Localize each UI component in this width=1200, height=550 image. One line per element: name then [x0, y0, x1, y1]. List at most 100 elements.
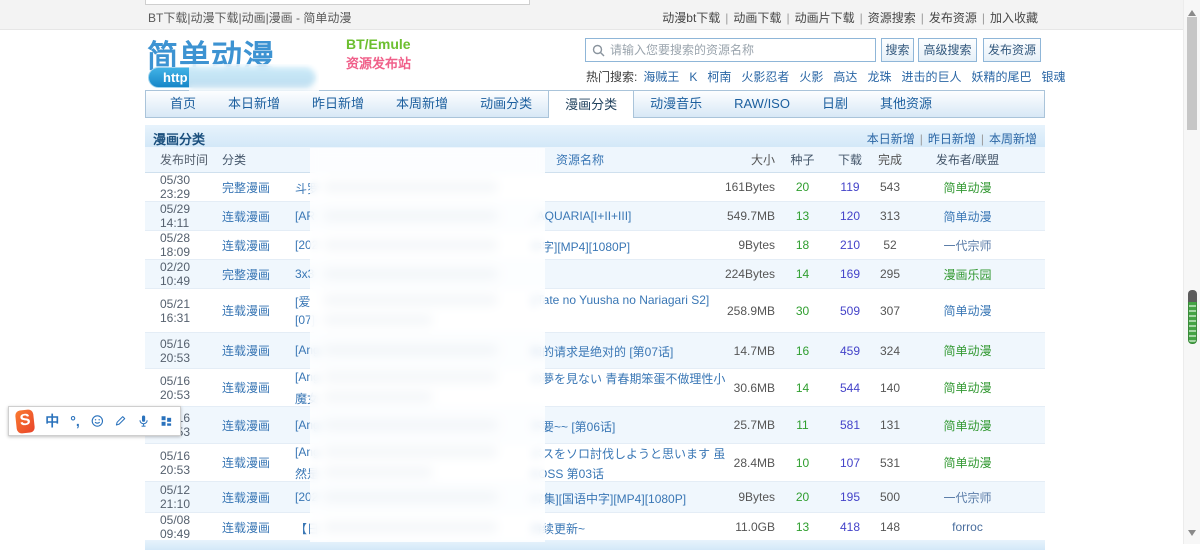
- publish-resource-button[interactable]: 发布资源: [983, 38, 1041, 62]
- top-link-5[interactable]: 加入收藏: [990, 11, 1038, 25]
- row-downloads: 195: [830, 490, 870, 504]
- tab-1[interactable]: 本日新增: [212, 91, 296, 117]
- row-size: 11.0GB: [715, 520, 775, 534]
- col-header-seeds: 种子: [775, 151, 830, 168]
- hot-term-0[interactable]: 海贼王: [643, 70, 679, 84]
- tab-9[interactable]: 其他资源: [864, 91, 948, 117]
- hot-term-3[interactable]: 火影忍者: [741, 70, 789, 84]
- logo-tagline-2: 资源发布站: [346, 53, 411, 72]
- hot-term-2[interactable]: 柯南: [707, 70, 731, 84]
- row-publisher-link[interactable]: 简单动漫: [943, 181, 991, 195]
- hot-term-7[interactable]: 进击的巨人: [901, 70, 961, 84]
- table-row: 02/20 10:49 完整漫画 3x3 224Bytes 14 169 295…: [145, 260, 1045, 289]
- table-header-row: 发布时间 分类 资源名称 大小 种子 下载 完成 发布者/联盟: [145, 147, 1045, 173]
- hot-search-links: 海贼王 K 柯南火影忍者火影高达龙珠进击的巨人妖精的尾巴银魂: [643, 70, 1075, 84]
- handwriting-pencil-icon[interactable]: [114, 413, 127, 429]
- row-date: 05/30 23:29: [145, 173, 222, 201]
- quick-link-2[interactable]: 本周新增: [989, 132, 1037, 146]
- tab-4[interactable]: 动画分类: [464, 91, 548, 117]
- quick-link-1[interactable]: 昨日新增: [928, 132, 976, 146]
- hot-search-label: 热门搜索:: [586, 70, 637, 84]
- hot-term-4[interactable]: 火影: [799, 70, 823, 84]
- row-publisher-link[interactable]: 简单动漫: [943, 381, 991, 395]
- row-seeds: 14: [775, 381, 830, 395]
- scrollbar-green-marker[interactable]: [1188, 290, 1197, 344]
- tab-5[interactable]: 漫画分类: [548, 90, 634, 118]
- scrollbar-thumb[interactable]: [1187, 17, 1197, 130]
- row-category-link[interactable]: 连载漫画: [222, 521, 270, 535]
- voice-mic-icon[interactable]: [138, 413, 149, 429]
- top-link-3[interactable]: 资源搜索: [868, 11, 916, 25]
- row-seeds: 13: [775, 520, 830, 534]
- row-category-link[interactable]: 连载漫画: [222, 456, 270, 470]
- row-category-link[interactable]: 连载漫画: [222, 491, 270, 505]
- search-button[interactable]: 搜索: [881, 38, 914, 62]
- col-header-completed: 完成: [870, 151, 910, 168]
- top-link-4[interactable]: 发布资源: [929, 11, 977, 25]
- tab-8[interactable]: 日剧: [806, 91, 864, 117]
- hot-term-5[interactable]: 高达: [833, 70, 857, 84]
- tab-2[interactable]: 昨日新增: [296, 91, 380, 117]
- row-publisher-link[interactable]: 一代宗师: [943, 239, 991, 253]
- tab-6[interactable]: 动漫音乐: [634, 91, 718, 117]
- advanced-search-button[interactable]: 高级搜索: [918, 38, 977, 62]
- row-completed: 307: [870, 304, 910, 318]
- top-links: 动漫bt下载|动画下载|动画片下载|资源搜索|发布资源|加入收藏: [662, 9, 1038, 26]
- chinese-mode-icon[interactable]: 中: [45, 411, 59, 431]
- col-header-size: 大小: [715, 151, 775, 168]
- hot-term-6[interactable]: 龙珠: [867, 70, 891, 84]
- row-seeds: 13: [775, 209, 830, 223]
- quick-link-0[interactable]: 本日新增: [867, 132, 915, 146]
- row-publisher-link[interactable]: 简单动漫: [943, 456, 991, 470]
- row-category-link[interactable]: 连载漫画: [222, 344, 270, 358]
- hot-term-1[interactable]: K: [689, 70, 697, 84]
- search-input[interactable]: [610, 40, 870, 60]
- row-category-link[interactable]: 连载漫画: [222, 239, 270, 253]
- hot-search-row: 热门搜索: 海贼王 K 柯南火影忍者火影高达龙珠进击的巨人妖精的尾巴银魂: [586, 68, 1076, 85]
- row-seeds: 18: [775, 238, 830, 252]
- hot-term-8[interactable]: 妖精的尾巴: [971, 70, 1031, 84]
- row-seeds: 14: [775, 267, 830, 281]
- row-seeds: 20: [775, 490, 830, 504]
- top-link-0[interactable]: 动漫bt下载: [662, 11, 720, 25]
- row-publisher-link[interactable]: 简单动漫: [943, 304, 991, 318]
- emoji-icon[interactable]: [91, 413, 104, 429]
- row-publisher-link[interactable]: 简单动漫: [943, 419, 991, 433]
- sogou-logo-icon[interactable]: S: [15, 409, 36, 434]
- row-downloads: 169: [830, 267, 870, 281]
- row-seeds: 11: [775, 418, 830, 432]
- col-header-date: 发布时间: [145, 151, 222, 168]
- row-completed: 531: [870, 456, 910, 470]
- row-category-link[interactable]: 完整漫画: [222, 181, 270, 195]
- row-date: 05/16 20:53: [145, 449, 222, 477]
- row-date: 05/12 21:10: [145, 483, 222, 511]
- row-category-link[interactable]: 连载漫画: [222, 210, 270, 224]
- row-downloads: 418: [830, 520, 870, 534]
- tab-7[interactable]: RAW/ISO: [718, 91, 806, 117]
- row-publisher-link[interactable]: 简单动漫: [943, 210, 991, 224]
- next-section-bar: [145, 540, 1045, 550]
- row-seeds: 30: [775, 304, 830, 318]
- scroll-down-icon[interactable]: [1188, 530, 1196, 540]
- hot-term-9[interactable]: 银魂: [1041, 70, 1065, 84]
- row-category-link[interactable]: 连载漫画: [222, 304, 270, 318]
- punctuation-mode-icon[interactable]: °,: [70, 413, 80, 429]
- row-publisher-link[interactable]: 漫画乐园: [943, 268, 991, 282]
- tab-3[interactable]: 本周新增: [380, 91, 464, 117]
- toolbox-grid-icon[interactable]: [160, 413, 173, 429]
- scrollbar[interactable]: [1183, 0, 1200, 544]
- row-size: 161Bytes: [715, 180, 775, 194]
- row-completed: 324: [870, 344, 910, 358]
- scroll-up-icon[interactable]: [1188, 6, 1196, 16]
- row-category-link[interactable]: 连载漫画: [222, 381, 270, 395]
- table-body: 05/30 23:29 完整漫画 斗罗 161Bytes 20 119 543 …: [145, 173, 1045, 542]
- row-publisher-link[interactable]: 一代宗师: [943, 491, 991, 505]
- top-link-1[interactable]: 动画下载: [733, 11, 781, 25]
- row-category-link[interactable]: 连载漫画: [222, 419, 270, 433]
- tab-0[interactable]: 首页: [154, 91, 212, 117]
- row-publisher-link[interactable]: 简单动漫: [943, 344, 991, 358]
- section-header: 漫画分类 本日新增|昨日新增|本周新增: [145, 125, 1045, 147]
- row-publisher-link[interactable]: forroc: [952, 520, 983, 534]
- top-link-2[interactable]: 动画片下载: [795, 11, 855, 25]
- row-category-link[interactable]: 完整漫画: [222, 268, 270, 282]
